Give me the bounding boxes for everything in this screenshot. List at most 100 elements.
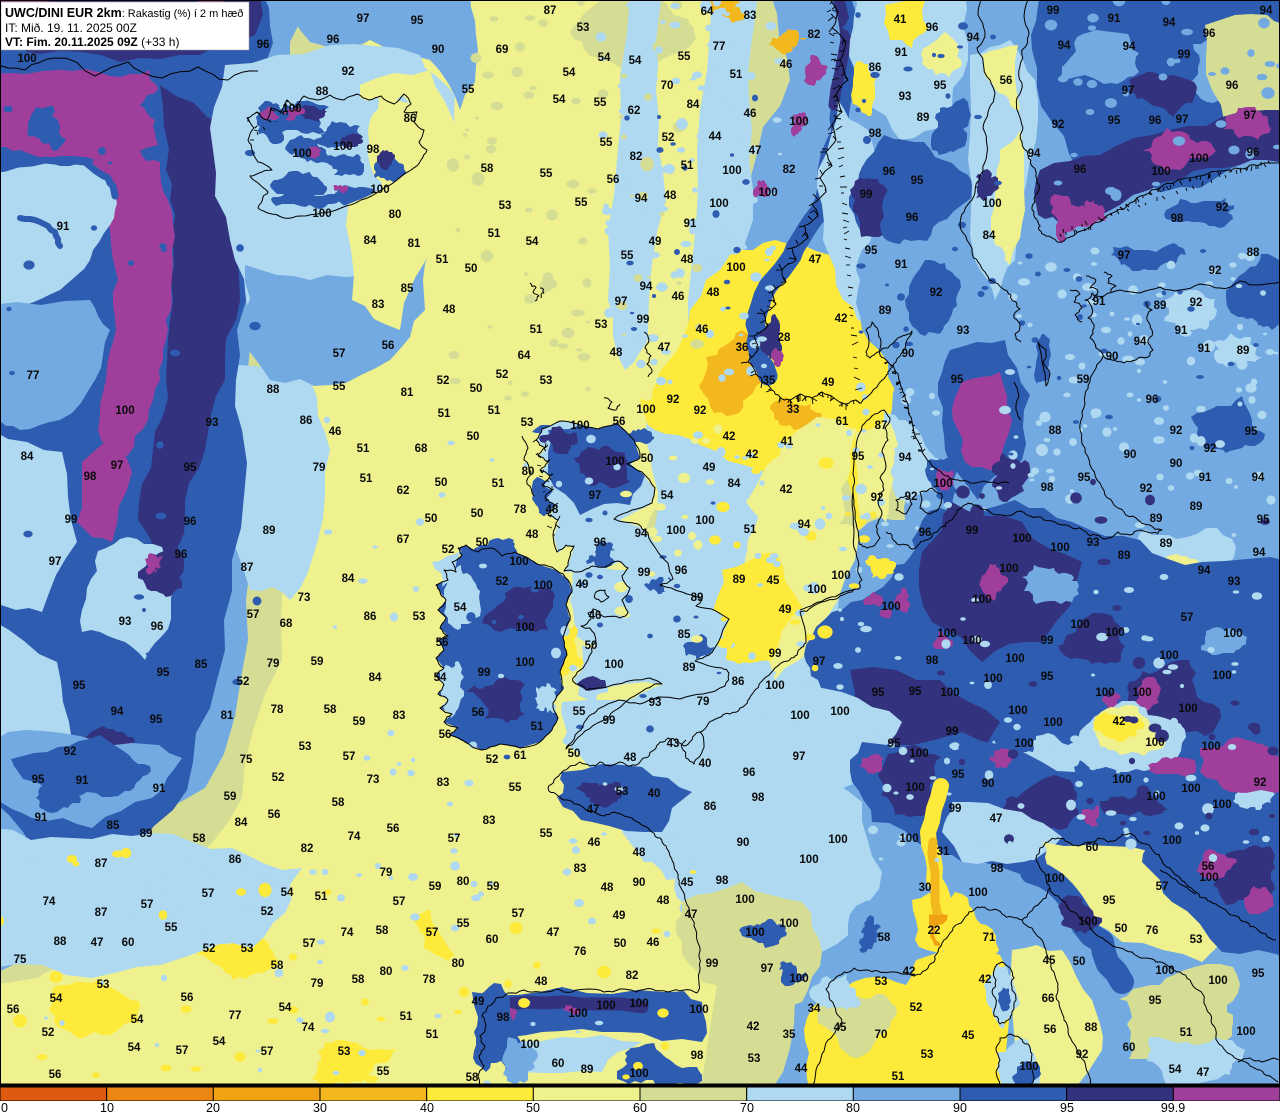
svg-text:100: 100: [1070, 619, 1089, 631]
svg-text:92: 92: [1204, 443, 1217, 455]
svg-text:55: 55: [600, 137, 613, 149]
svg-text:33: 33: [787, 404, 800, 416]
svg-text:100: 100: [789, 973, 808, 985]
svg-text:95: 95: [1078, 472, 1091, 484]
svg-text:96: 96: [926, 22, 939, 34]
svg-text:96: 96: [1149, 115, 1162, 127]
svg-text:52: 52: [272, 772, 285, 784]
svg-text:95: 95: [1245, 426, 1258, 438]
svg-text:75: 75: [14, 954, 27, 966]
svg-text:56: 56: [1044, 1024, 1057, 1036]
svg-text:89: 89: [917, 112, 930, 124]
svg-text:100: 100: [828, 834, 847, 846]
svg-text:77: 77: [713, 41, 726, 53]
svg-text:95: 95: [150, 714, 163, 726]
svg-text:56: 56: [268, 809, 281, 821]
svg-text:54: 54: [454, 602, 467, 614]
svg-text:82: 82: [626, 970, 639, 982]
svg-text:VT: Fim. 20.11.2025 09Z (+33 h: VT: Fim. 20.11.2025 09Z (+33 h): [5, 35, 179, 49]
svg-text:95: 95: [1108, 115, 1121, 127]
svg-text:83: 83: [372, 299, 385, 311]
svg-text:89: 89: [263, 525, 276, 537]
svg-text:51: 51: [436, 254, 449, 266]
svg-text:96: 96: [151, 621, 164, 633]
svg-text:99: 99: [1041, 635, 1054, 647]
svg-text:78: 78: [271, 704, 284, 716]
svg-text:60: 60: [633, 1101, 647, 1115]
svg-text:94: 94: [1253, 547, 1266, 559]
svg-text:57: 57: [333, 348, 346, 360]
svg-text:46: 46: [589, 610, 602, 622]
svg-text:57: 57: [426, 927, 439, 939]
svg-text:10: 10: [100, 1101, 114, 1115]
svg-text:51: 51: [681, 160, 694, 172]
svg-text:86: 86: [229, 854, 242, 866]
svg-text:58: 58: [271, 960, 284, 972]
svg-text:96: 96: [1203, 28, 1216, 40]
svg-text:94: 94: [1163, 17, 1176, 29]
svg-text:89: 89: [683, 662, 696, 674]
svg-text:53: 53: [616, 786, 629, 798]
svg-text:100: 100: [1050, 542, 1069, 554]
svg-text:74: 74: [341, 927, 354, 939]
svg-text:79: 79: [267, 658, 280, 670]
svg-text:79: 79: [311, 978, 324, 990]
svg-text:87: 87: [95, 907, 108, 919]
svg-text:59: 59: [487, 881, 500, 893]
svg-text:82: 82: [808, 29, 821, 41]
svg-text:88: 88: [267, 384, 280, 396]
svg-text:96: 96: [594, 537, 607, 549]
svg-text:88: 88: [54, 936, 67, 948]
svg-text:56: 56: [387, 823, 400, 835]
svg-text:97: 97: [615, 296, 628, 308]
svg-text:50: 50: [1115, 923, 1128, 935]
svg-text:54: 54: [553, 94, 566, 106]
svg-text:56: 56: [1000, 75, 1013, 87]
svg-text:92: 92: [1170, 425, 1183, 437]
svg-text:100: 100: [568, 1008, 587, 1020]
svg-text:93: 93: [649, 697, 662, 709]
svg-text:52: 52: [662, 132, 675, 144]
svg-text:96: 96: [883, 166, 896, 178]
svg-text:84: 84: [728, 478, 741, 490]
svg-text:30: 30: [313, 1101, 327, 1115]
svg-text:81: 81: [401, 387, 414, 399]
svg-text:46: 46: [672, 291, 685, 303]
svg-text:88: 88: [1085, 1022, 1098, 1034]
svg-text:52: 52: [42, 1027, 55, 1039]
svg-text:100: 100: [909, 748, 928, 760]
svg-text:58: 58: [352, 974, 365, 986]
svg-text:64: 64: [518, 350, 531, 362]
svg-text:46: 46: [647, 937, 660, 949]
svg-text:95: 95: [411, 15, 424, 27]
svg-text:54: 54: [598, 52, 611, 64]
svg-text:77: 77: [27, 370, 40, 382]
svg-text:45: 45: [681, 877, 694, 889]
svg-text:99: 99: [946, 726, 959, 738]
svg-text:55: 55: [540, 168, 553, 180]
svg-text:100: 100: [1045, 873, 1064, 885]
svg-text:45: 45: [962, 1030, 975, 1042]
svg-text:49: 49: [822, 377, 835, 389]
svg-text:100: 100: [629, 998, 648, 1010]
svg-text:97: 97: [1244, 110, 1257, 122]
svg-text:94: 94: [635, 528, 648, 540]
svg-text:92: 92: [1216, 202, 1229, 214]
svg-text:100: 100: [1189, 153, 1208, 165]
svg-text:58: 58: [193, 833, 206, 845]
svg-text:45: 45: [834, 1022, 847, 1034]
svg-text:50: 50: [526, 1101, 540, 1115]
svg-text:95: 95: [32, 774, 45, 786]
svg-text:100: 100: [968, 887, 987, 899]
svg-text:42: 42: [979, 974, 992, 986]
svg-text:88: 88: [316, 86, 329, 98]
svg-text:86: 86: [364, 611, 377, 623]
svg-text:51: 51: [360, 473, 373, 485]
svg-text:91: 91: [1175, 325, 1188, 337]
svg-text:51: 51: [1180, 1027, 1193, 1039]
svg-text:46: 46: [329, 426, 342, 438]
svg-text:100: 100: [333, 141, 352, 153]
svg-text:55: 55: [165, 922, 178, 934]
svg-text:57: 57: [512, 908, 525, 920]
svg-text:100: 100: [605, 456, 624, 468]
